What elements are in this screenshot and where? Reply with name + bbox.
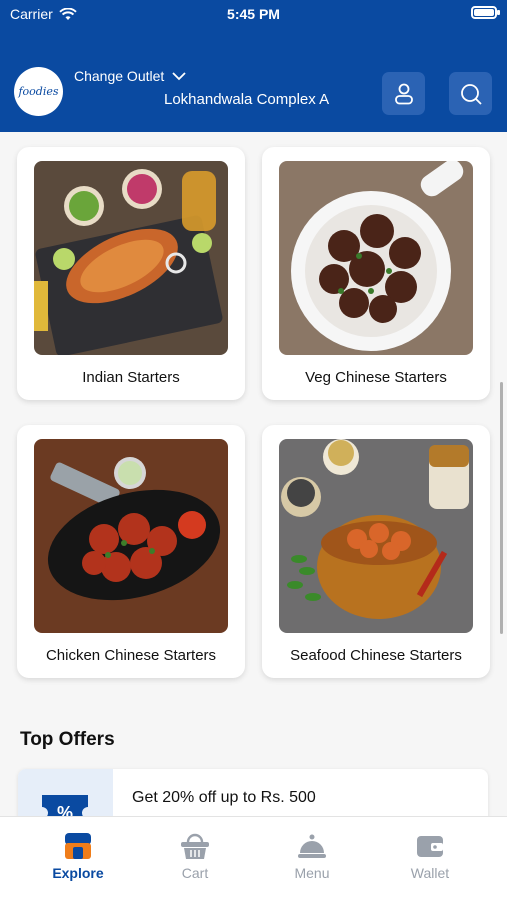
tab-cart-label: Cart [181,865,209,881]
category-label: Seafood Chinese Starters [290,647,462,664]
change-outlet-button[interactable]: Change Outlet [74,68,186,84]
category-image-veg-chinese-starters [279,161,473,355]
tab-cart[interactable]: Cart [145,831,245,881]
offer-icon-box: % [18,769,113,816]
tab-explore[interactable]: Explore [28,831,128,881]
category-card-chicken-chinese-starters[interactable]: Chicken Chinese Starters [17,425,245,678]
offer-card[interactable]: % Get 20% off up to Rs. 500 [18,769,488,816]
tab-menu-label: Menu [294,865,330,881]
cart-basket-icon [181,833,209,859]
brand-logo: foodies [14,67,63,116]
tab-explore-label: Explore [52,865,104,881]
tab-menu[interactable]: Menu [262,831,362,881]
svg-text:%: % [57,803,73,816]
category-label: Indian Starters [82,369,180,386]
search-icon [460,83,482,105]
category-card-seafood-chinese-starters[interactable]: Seafood Chinese Starters [262,425,490,678]
explore-store-icon [65,833,91,859]
category-image-chicken-chinese-starters [34,439,228,633]
category-card-indian-starters[interactable]: Indian Starters [17,147,245,400]
tab-wallet-label: Wallet [410,865,450,881]
coupon-icon: % [42,795,88,816]
cloche-icon [298,834,326,858]
status-bar: Carrier 5:45 PM [0,0,507,30]
app-header: Carrier 5:45 PM foodies Change Outlet Lo… [0,0,507,132]
battery-icon [471,6,500,19]
chevron-down-icon [172,71,186,80]
search-button[interactable] [449,72,492,115]
category-image-indian-starters [34,161,228,355]
tab-wallet[interactable]: Wallet [380,831,480,881]
outlet-name[interactable]: Lokhandwala Complex A [164,91,362,108]
user-icon [394,83,413,104]
change-outlet-label: Change Outlet [74,68,165,84]
top-offers-title: Top Offers [20,729,115,750]
category-card-veg-chinese-starters[interactable]: Veg Chinese Starters [262,147,490,400]
scrollbar[interactable] [500,382,503,634]
offer-text: Get 20% off up to Rs. 500 [132,789,316,806]
status-time: 5:45 PM [227,6,280,22]
wallet-icon [417,836,443,857]
category-image-seafood-chinese-starters [279,439,473,633]
category-label: Veg Chinese Starters [305,369,447,386]
category-label: Chicken Chinese Starters [45,647,217,664]
logo-text: foodies [18,85,59,98]
profile-button[interactable] [382,72,425,115]
main-content[interactable]: Indian Starters Veg Chinese Starters Chi… [0,132,507,816]
bottom-tab-bar: Explore Cart Menu Wallet [0,816,507,900]
